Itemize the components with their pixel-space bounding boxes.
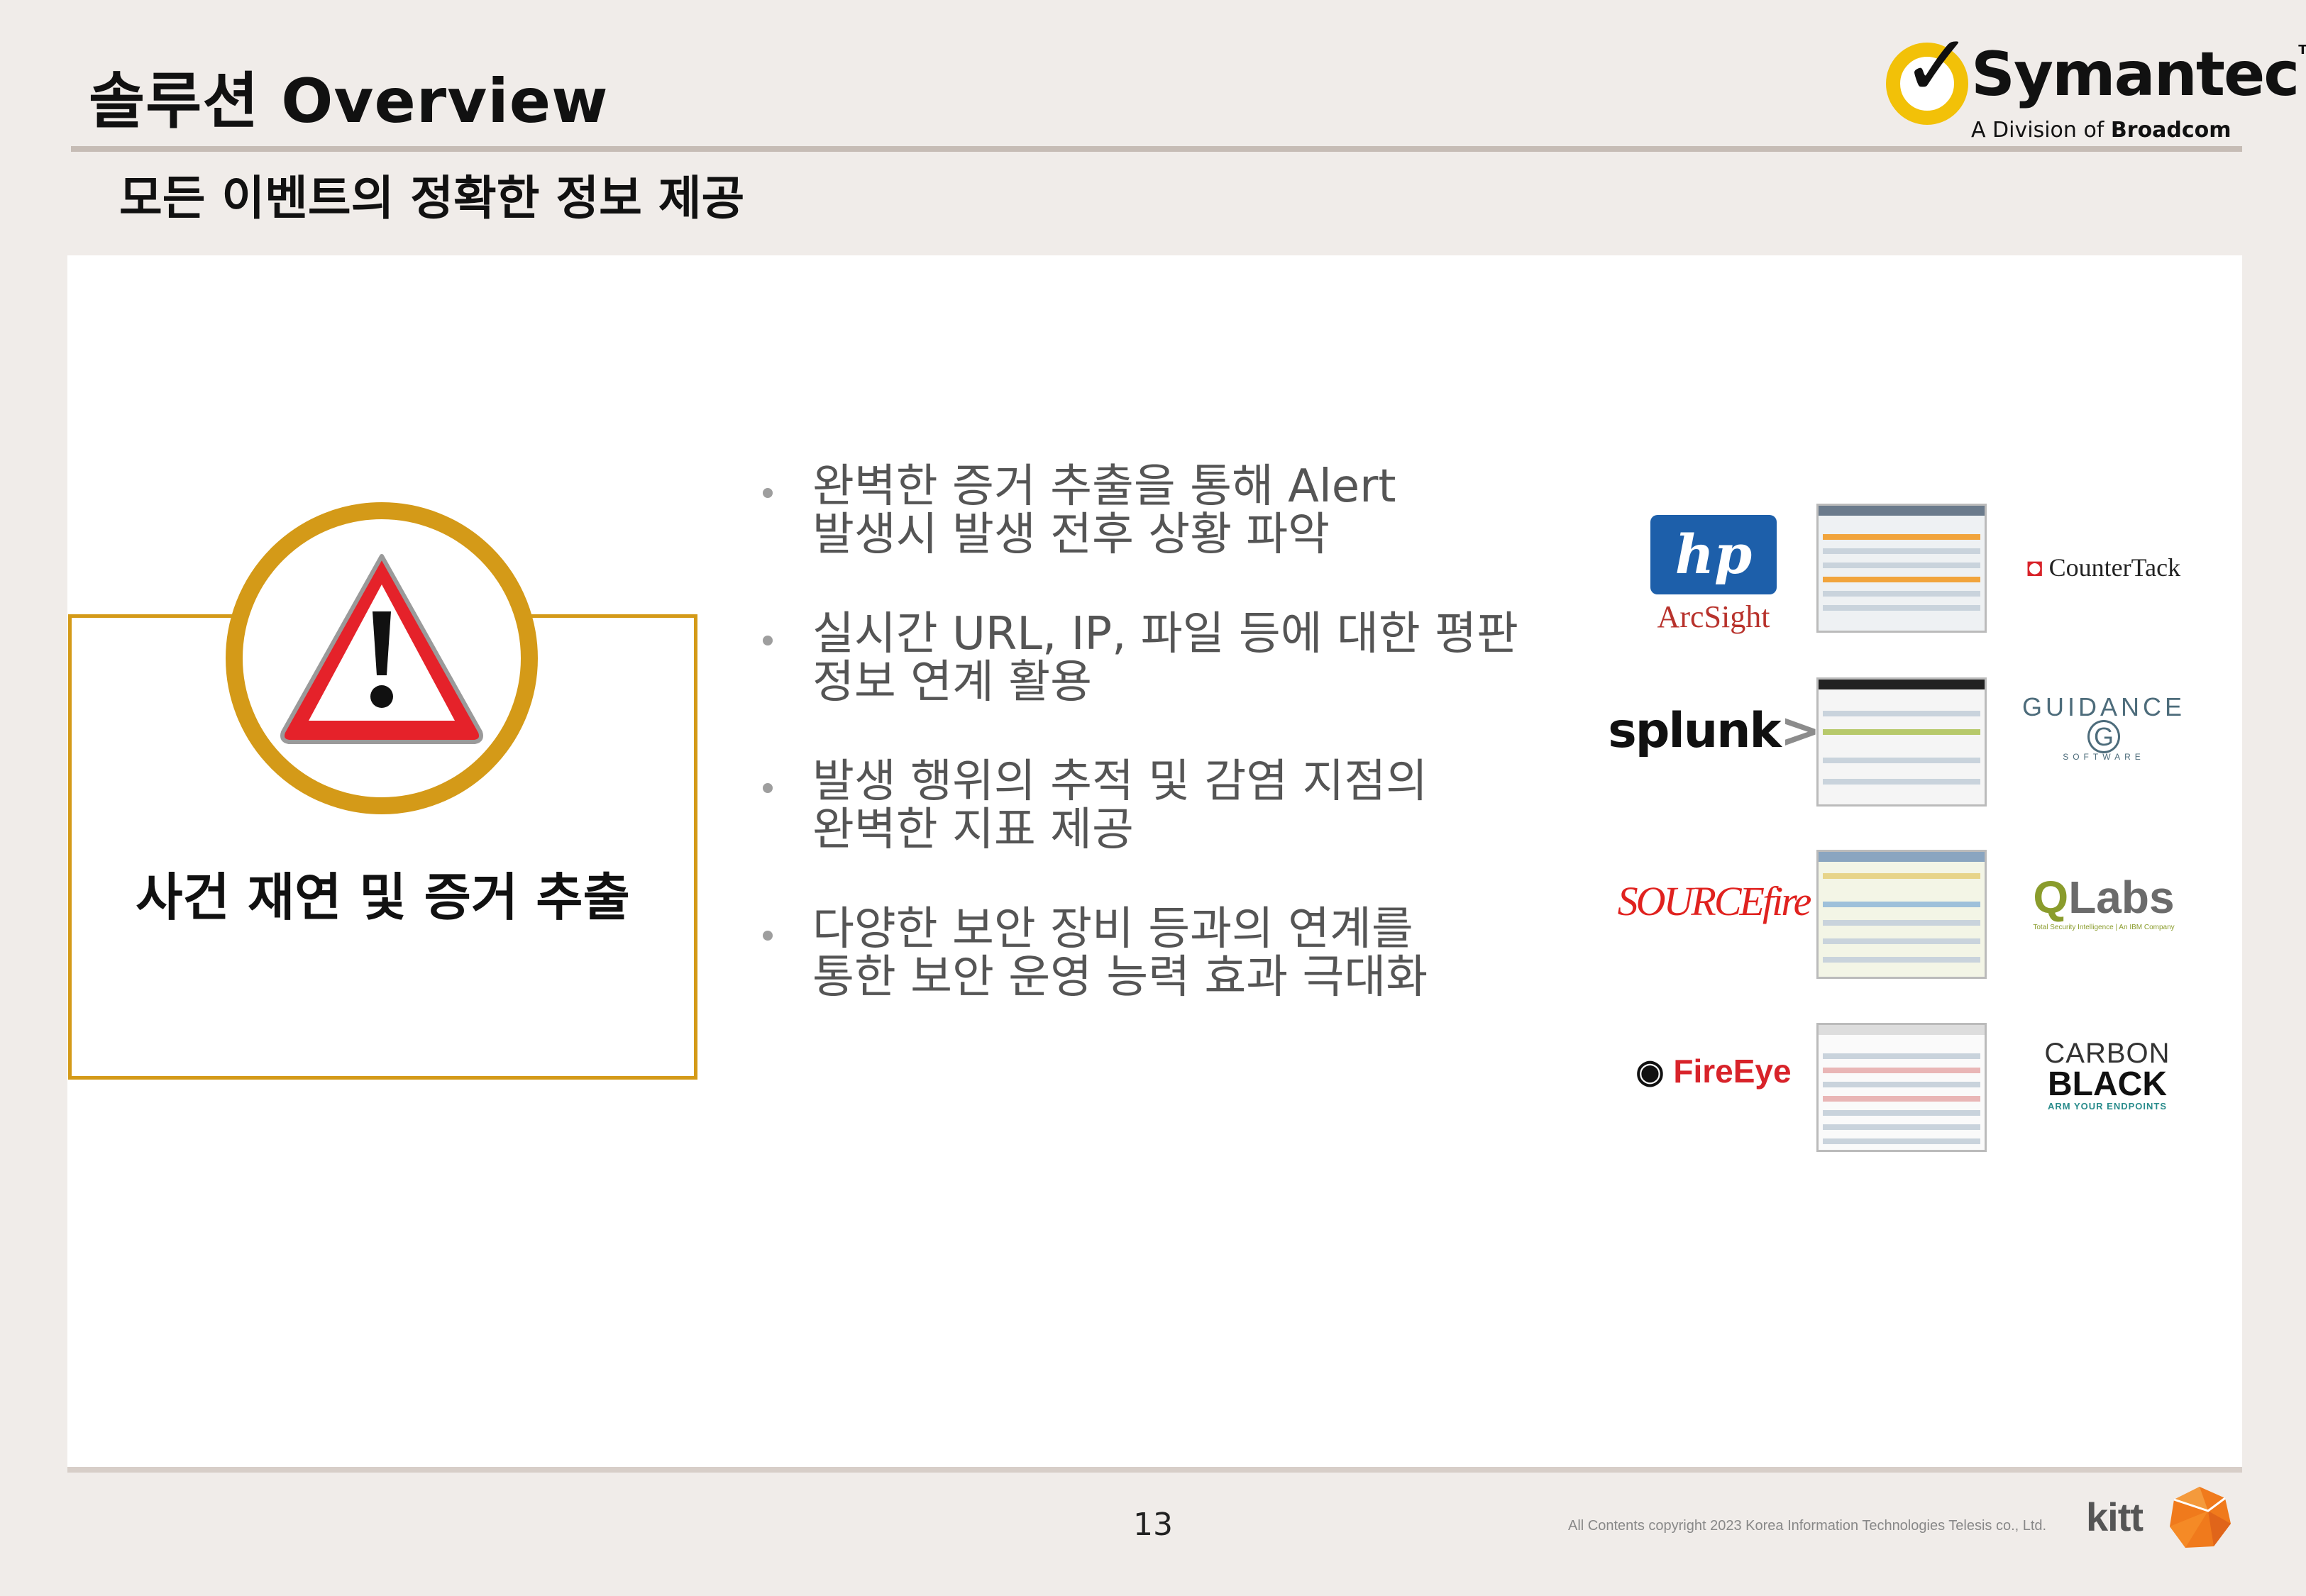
bullet-item: 발생 행위의 추적 및 감염 지점의 완벽한 지표 제공 [763, 758, 1529, 854]
feature-box-label: 사건 재연 및 증거 추출 [136, 868, 630, 927]
kitt-logo-text: kitt [2086, 1495, 2144, 1539]
bullet-text: 완벽한 증거 추출을 통해 Alert 발생시 발생 전후 상황 파악 [812, 460, 1396, 561]
fireeye-logo: ◉ FireEye [1611, 1032, 1816, 1110]
q1labs-logo: QLabs Total Security Intelligence | An I… [2012, 858, 2196, 943]
warning-triangle-icon [280, 554, 483, 744]
arcsight-logo: hp ArcSight [1628, 504, 1799, 645]
splunk-text: splunk [1608, 702, 1782, 759]
arcsight-text: ArcSight [1657, 599, 1770, 634]
bullet-item: 다양한 보안 장비 등과의 연계를 통한 보안 운영 능력 효과 극대화 [763, 905, 1529, 1002]
guidance-text: GUIDANCE [2021, 692, 2186, 721]
q1labs-q: Q [2033, 871, 2069, 923]
bullet-text: 다양한 보안 장비 등과의 연계를 통한 보안 운영 능력 효과 극대화 [812, 903, 1428, 1004]
partner-logos: hp ArcSight ◘ CounterTack splunk > GUIDAN… [1572, 454, 2231, 1220]
countertack-logo: ◘ CounterTack [1997, 539, 2210, 596]
page-number: 13 [1133, 1507, 1173, 1543]
screenshot-thumbnail [1816, 504, 1987, 633]
bullet-dot-icon [763, 636, 773, 645]
bullet-text: 실시간 URL, IP, 파일 등에 대한 평판 정보 연계 활용 [812, 608, 1518, 709]
guidance-logo: GUIDANCE G SOFTWARE [2004, 688, 2203, 766]
logo-tm: TM [2298, 43, 2306, 57]
screenshot-thumbnail [1816, 850, 1987, 979]
q1labs-subtext: Total Security Intelligence | An IBM Com… [2033, 923, 2175, 931]
countertack-text: CounterTack [2048, 553, 2181, 582]
bullet-text: 발생 행위의 추적 및 감염 지점의 완벽한 지표 제공 [812, 755, 1428, 856]
footer-rule [67, 1467, 2242, 1473]
logo-division-name: Broadcom [2110, 118, 2231, 143]
sourcefire-fire: fire [1762, 877, 1811, 924]
bullet-dot-icon [763, 488, 773, 498]
logo-division: A Division of Broadcom [1971, 118, 2231, 143]
symantec-logo: ✓ SymantecTM A Division of Broadcom [1880, 24, 2306, 148]
countertack-icon: ◘ [2026, 553, 2049, 582]
copyright-text: All Contents copyright 2023 Korea Inform… [1568, 1518, 2047, 1534]
screenshot-thumbnail [1816, 677, 1987, 807]
splunk-mark: > [1780, 702, 1821, 759]
logo-division-prefix: A Division of [1971, 118, 2111, 143]
check-icon: ✓ [1902, 17, 1973, 116]
fireeye-text: FireEye [1673, 1053, 1792, 1090]
bullet-item: 실시간 URL, IP, 파일 등에 대한 평판 정보 연계 활용 [763, 610, 1529, 706]
guidance-g-icon: G [2087, 720, 2120, 753]
splunk-logo: splunk > [1608, 688, 1820, 773]
bullet-list: 완벽한 증거 추출을 통해 Alert 발생시 발생 전후 상황 파악 실시간 … [763, 462, 1529, 1053]
sourcefire-text: SOURCE [1617, 877, 1765, 924]
carbonblack-black: BLACK [2048, 1065, 2167, 1103]
sourcefire-logo: SOURCE fire [1614, 862, 1813, 940]
bullet-dot-icon [763, 783, 773, 793]
logo-brand: Symantec [1971, 39, 2300, 110]
page-title: 솔루션 Overview [89, 66, 609, 137]
carbonblack-logo: CARBON BLACK ARM YOUR ENDPOINTS [2012, 1029, 2203, 1121]
hp-logo: hp [1650, 514, 1777, 594]
guidance-subtext: SOFTWARE [2063, 752, 2145, 762]
kitt-logo-icon [2170, 1487, 2231, 1548]
carbonblack-tagline: ARM YOUR ENDPOINTS [2048, 1100, 2167, 1112]
page-subtitle: 모든 이벤트의 정확한 정보 제공 [119, 171, 745, 226]
screenshot-thumbnail [1816, 1023, 1987, 1152]
carbonblack-carbon: CARBON [2044, 1037, 2170, 1069]
bullet-item: 완벽한 증거 추출을 통해 Alert 발생시 발생 전후 상황 파악 [763, 462, 1529, 559]
eye-icon: ◉ [1635, 1053, 1674, 1090]
q1labs-text: Labs [2068, 871, 2175, 923]
bullet-dot-icon [763, 931, 773, 941]
